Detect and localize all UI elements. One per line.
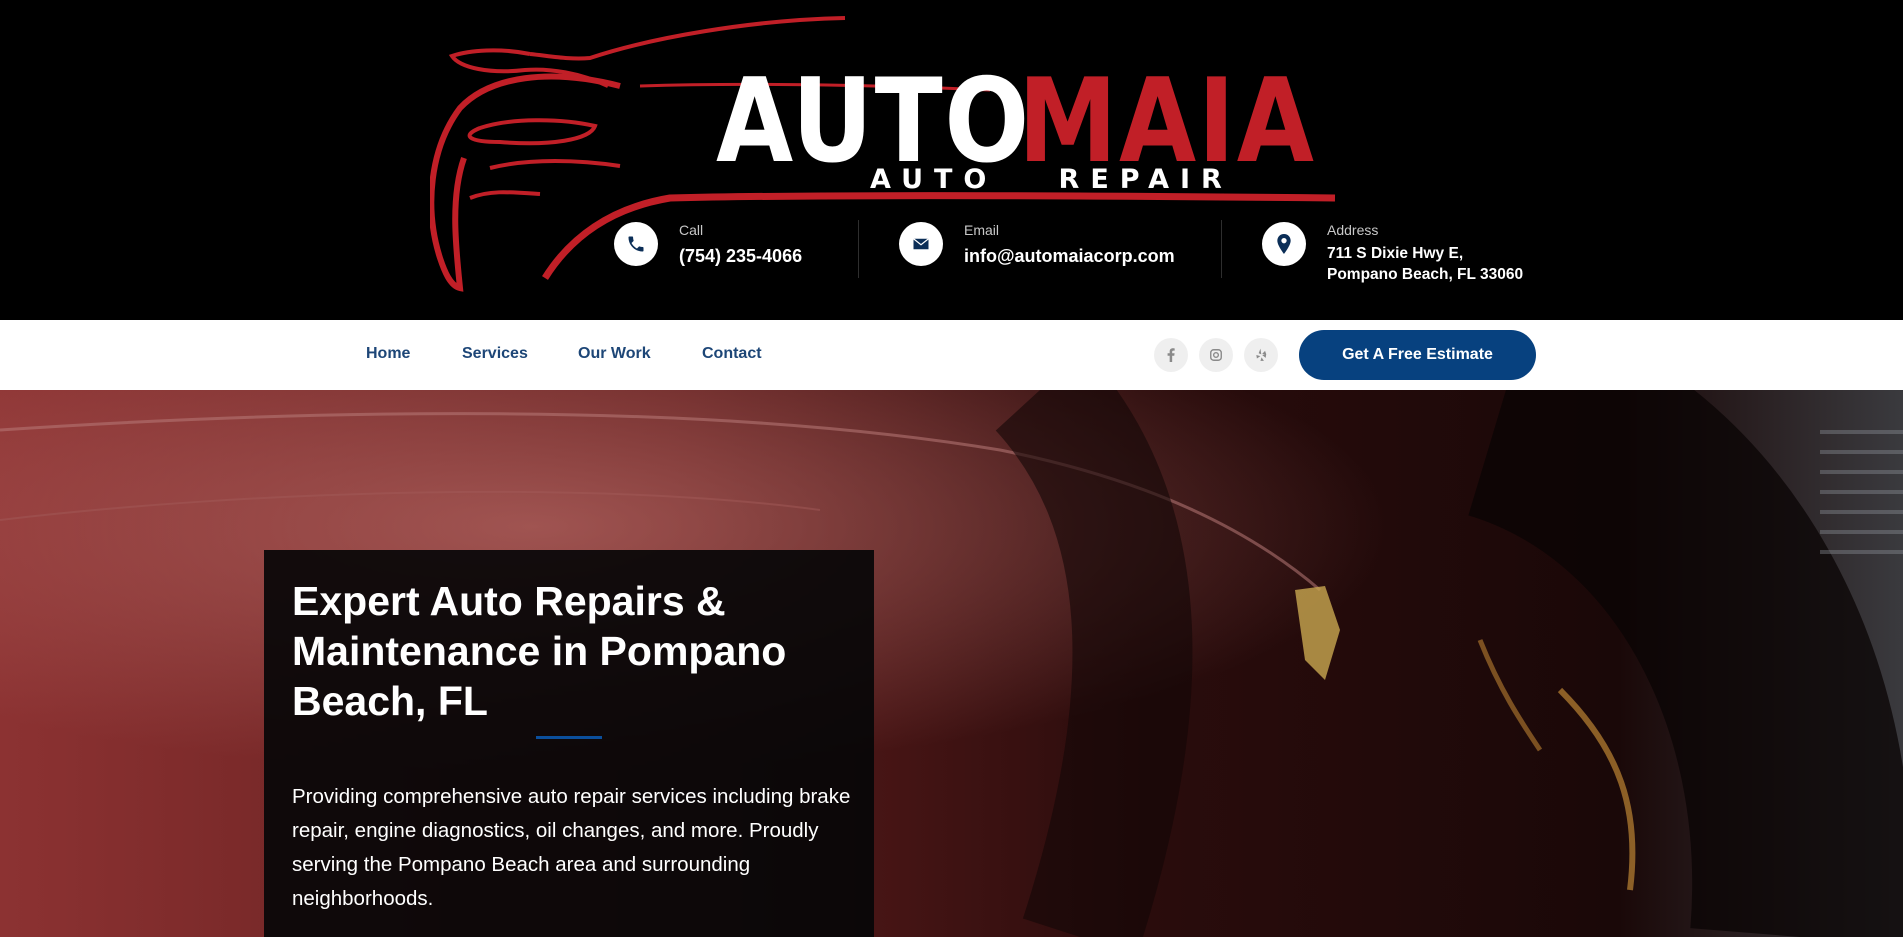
contact-divider [858, 220, 859, 278]
get-free-estimate-button[interactable]: Get A Free Estimate [1299, 330, 1536, 380]
envelope-icon [899, 222, 943, 266]
map-pin-icon [1262, 222, 1306, 266]
contact-divider [1221, 220, 1222, 278]
logo[interactable]: AUTO MAIA AUTO REPAIR [0, 0, 1903, 320]
nav-link-our-work[interactable]: Our Work [578, 345, 651, 363]
nav-link-contact[interactable]: Contact [702, 345, 762, 363]
phone-number-link[interactable]: (754) 235-4066 [679, 246, 802, 267]
hero-description: Providing comprehensive auto repair serv… [292, 785, 851, 910]
main-navbar: Home Services Our Work Contact Get A Fre… [0, 320, 1903, 390]
email-link[interactable]: info@automaiacorp.com [964, 246, 1175, 267]
hero-section: Expert Auto Repairs & Maintenance in Pom… [0, 390, 1903, 937]
address-line-2: Pompano Beach, FL 33060 [1327, 266, 1524, 283]
phone-icon [614, 222, 658, 266]
hero-title: Expert Auto Repairs & Maintenance in Pom… [292, 578, 787, 724]
address-text: 711 S Dixie Hwy E, Pompano Beach, FL 330… [1327, 243, 1523, 285]
hero-card: Expert Auto Repairs & Maintenance in Pom… [264, 550, 874, 937]
site-header: AUTO MAIA AUTO REPAIR Call (754) 235-406… [0, 0, 1903, 320]
logo-word-auto: AUTO [716, 54, 1031, 189]
logo-subtitle: AUTO REPAIR [870, 164, 1233, 195]
facebook-icon[interactable] [1154, 338, 1188, 372]
instagram-icon[interactable] [1199, 338, 1233, 372]
nav-link-home[interactable]: Home [366, 345, 410, 363]
address-line-1: 711 S Dixie Hwy E, [1327, 245, 1464, 262]
logo-word-maia: MAIA [1018, 54, 1316, 189]
contact-email-label: Email [964, 222, 1000, 238]
contact-call-label: Call [679, 222, 704, 238]
contact-address-label: Address [1327, 222, 1379, 238]
nav-link-services[interactable]: Services [462, 345, 528, 363]
yelp-icon[interactable] [1244, 338, 1278, 372]
hero-accent-divider [536, 736, 602, 739]
